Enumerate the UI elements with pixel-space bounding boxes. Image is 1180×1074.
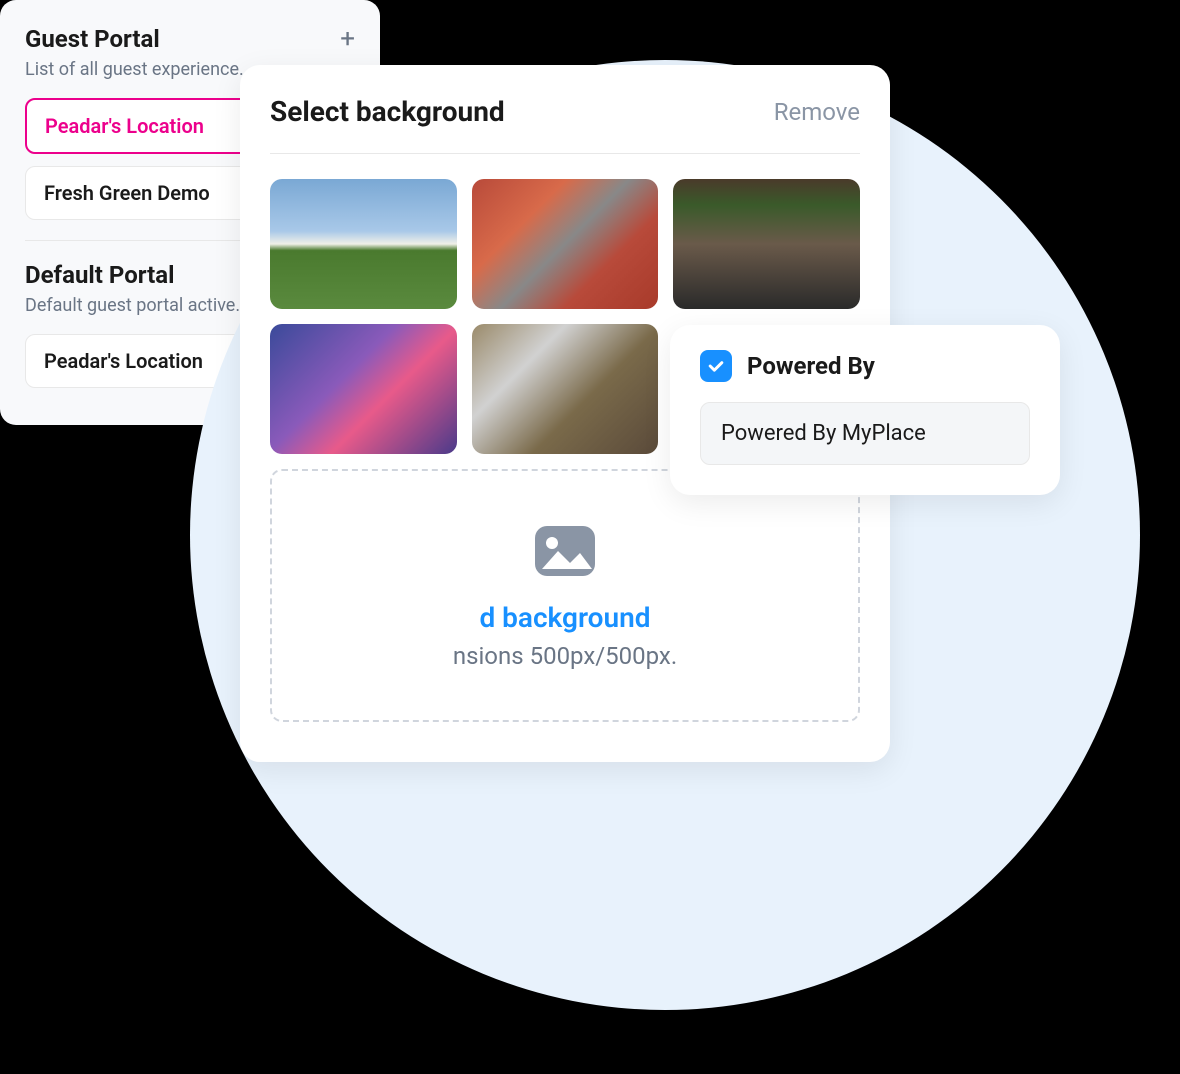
add-icon[interactable]: + — [340, 26, 355, 52]
powered-by-label: Powered By — [747, 352, 875, 380]
guest-portal-header: Guest Portal + — [25, 25, 355, 53]
default-portal-title: Default Portal — [25, 261, 174, 289]
bg-thumb-landscape[interactable] — [270, 179, 457, 309]
powered-by-header: Powered By — [700, 350, 1030, 382]
upload-background-area[interactable]: d background nsions 500px/500px. — [270, 469, 860, 722]
guest-portal-title: Guest Portal — [25, 25, 160, 53]
location-label: Peadar's Location — [44, 349, 203, 373]
select-background-header: Select background Remove — [270, 95, 860, 154]
bg-thumb-restaurant[interactable] — [673, 179, 860, 309]
upload-title: d background — [302, 601, 828, 634]
location-label: Fresh Green Demo — [44, 181, 210, 205]
image-icon — [530, 521, 600, 581]
upload-subtitle: nsions 500px/500px. — [302, 642, 828, 670]
powered-by-checkbox[interactable] — [700, 350, 732, 382]
bg-thumb-cafe[interactable] — [472, 179, 659, 309]
powered-by-input[interactable] — [700, 402, 1030, 465]
remove-button[interactable]: Remove — [774, 98, 860, 126]
powered-by-panel: Powered By — [670, 325, 1060, 495]
bg-thumb-mall[interactable] — [472, 324, 659, 454]
bg-thumb-concert[interactable] — [270, 324, 457, 454]
location-label: Peadar's Location — [45, 114, 204, 138]
select-background-title: Select background — [270, 95, 505, 128]
